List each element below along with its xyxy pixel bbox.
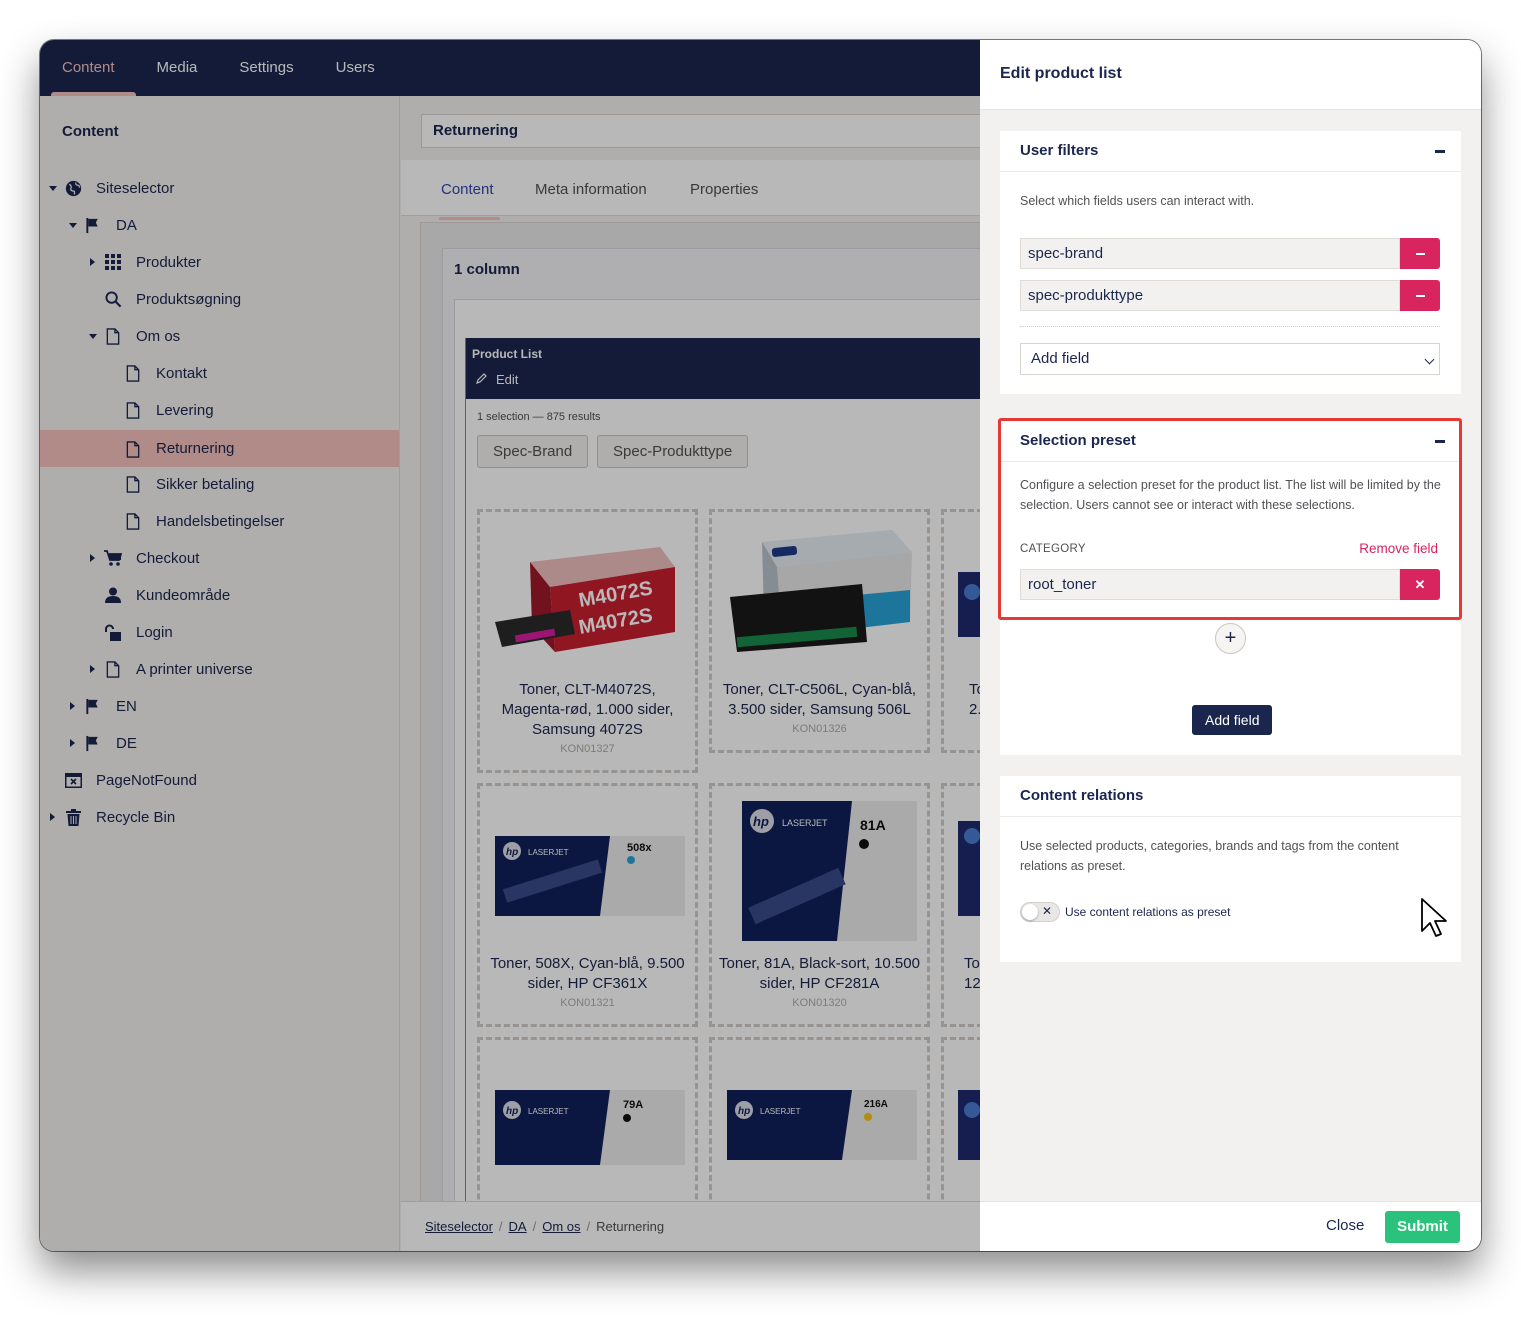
filter-field-value: spec-produkttype [1020, 280, 1400, 311]
section-header: User filters [1000, 131, 1461, 172]
collapse-icon[interactable] [1435, 150, 1445, 153]
minus-icon [1415, 252, 1425, 255]
section-title: User filters [1020, 142, 1099, 159]
minus-icon [1415, 294, 1425, 297]
user-filters-section: User filters Select which fields users c… [1000, 131, 1461, 394]
toggle-label: Use content relations as preset [1065, 905, 1231, 919]
remove-field-button[interactable] [1400, 280, 1440, 311]
filter-field-row: spec-produkttype [1020, 280, 1440, 311]
remove-field-button[interactable] [1400, 238, 1440, 269]
panel-footer: Close Submit [980, 1201, 1481, 1251]
toggle-knob [1022, 904, 1038, 920]
content-relations-toggle[interactable]: ✕ [1020, 902, 1060, 922]
add-field-button[interactable]: Add field [1192, 705, 1273, 735]
add-condition-button[interactable]: + [1215, 623, 1246, 654]
mouse-cursor-icon [1420, 897, 1448, 944]
add-field-select[interactable]: Add field [1020, 343, 1440, 375]
section-header: Content relations [1000, 776, 1461, 817]
highlight-annotation [998, 418, 1462, 620]
close-icon: ✕ [1041, 904, 1052, 918]
filter-field-row: spec-brand [1020, 238, 1440, 269]
app-window: Content Media Settings Users Content Sit… [40, 40, 1481, 1251]
section-description: Select which fields users can interact w… [1020, 194, 1255, 208]
panel-header: Edit product list [980, 40, 1481, 110]
section-title: Content relations [1020, 787, 1144, 804]
submit-button[interactable]: Submit [1385, 1211, 1460, 1243]
filter-field-value: spec-brand [1020, 238, 1400, 269]
content-relations-section: Content relations Use selected products,… [1000, 776, 1461, 962]
edit-product-list-panel: Edit product list User filters Select wh… [980, 40, 1481, 1251]
section-description: Use selected products, categories, brand… [1020, 839, 1399, 873]
chevron-down-icon [1424, 354, 1435, 365]
close-button[interactable]: Close [1326, 1217, 1364, 1234]
panel-title: Edit product list [1000, 65, 1122, 82]
select-value: Add field [1031, 350, 1090, 367]
plus-icon: + [1224, 627, 1237, 649]
modal-backdrop[interactable] [40, 40, 980, 1251]
divider [1020, 326, 1440, 327]
